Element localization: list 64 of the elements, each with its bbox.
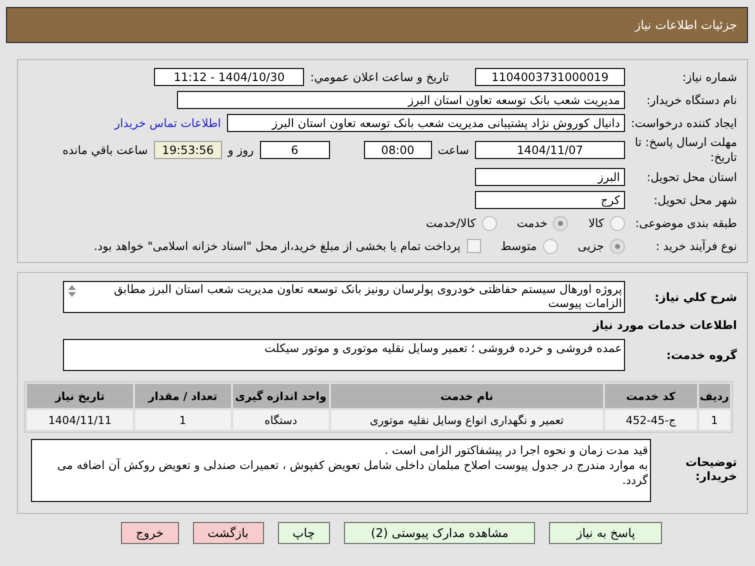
date-field[interactable]: 1404/10/30 - 11:12: [154, 68, 304, 86]
section-heading: اطلاعات خدمات مورد نیاز: [593, 318, 737, 332]
column-header: نام خدمت: [330, 384, 603, 408]
table-cell: دستگاه: [232, 410, 329, 430]
column-header: کد خدمت: [604, 384, 697, 408]
need-number-field[interactable]: 1104003731000019: [475, 68, 625, 86]
description-field[interactable]: پروژه اورهال سیستم حفاظتی خودروی پولرسان رونیز بانک توسعه تعاون مدیریت شعب استان البرز مطابق الزامات پیوست: [63, 281, 625, 313]
action-button[interactable]: پاسخ به نیاز: [549, 522, 662, 544]
text-field[interactable]: کرج: [475, 191, 625, 209]
action-button[interactable]: خروج: [120, 522, 178, 544]
contact-link[interactable]: اطلاعات تماس خریدار: [114, 116, 221, 130]
table-cell: 1: [134, 410, 231, 430]
page-title: جزئیات اطلاعات نیاز: [634, 18, 737, 32]
option-label: متوسط: [500, 239, 537, 253]
column-header: واحد اندازه گیری: [232, 384, 329, 408]
field-label: تاریخ و ساعت اعلان عمومي:: [310, 70, 449, 84]
option-label: کالا: [588, 216, 604, 230]
field-label: ساعت: [438, 143, 469, 157]
time-field[interactable]: 08:00: [364, 141, 432, 159]
column-header: تاریخ نیاز: [27, 384, 133, 408]
description-text: پروژه اورهال سیستم حفاظتی خودروی پولرسان رونیز بانک توسعه تعاون مدیریت شعب استان البرز مطابق الزامات پیوست: [112, 282, 622, 312]
action-button[interactable]: بازگشت: [192, 522, 264, 544]
field-label: مهلت ارسال پاسخ: تا تاریخ:: [634, 135, 737, 165]
notes-text: به موارد مندرج در جدول پیوست اصلاح مبلمان داخلی شامل تعویض کفپوش ، تعمیرات صندلی و تعویض روکش آن اضافه می گردد.: [56, 458, 648, 488]
table-cell: 1404/11/11: [27, 410, 133, 430]
field-label: ایجاد کننده درخواست:: [630, 116, 737, 130]
field-label: توضیحات خریدار:: [684, 455, 737, 483]
field-label: طبقه بندی موضوعی:: [634, 216, 737, 230]
field-label: شهر محل تحویل:: [652, 193, 737, 207]
radio-button[interactable]: [482, 216, 497, 230]
radio-button[interactable]: [542, 238, 558, 254]
field-label: نام دستگاه خریدار:: [645, 93, 737, 107]
field-label: نوع فرآیند خرید :: [654, 239, 737, 253]
text-field[interactable]: مدیریت شعب بانک توسعه تعاون استان البرز: [177, 91, 625, 109]
text-field[interactable]: دانیال کوروش نژاد پشتیبانی مدیریت شعب بانک توسعه تعاون استان البرز: [227, 114, 625, 132]
action-button[interactable]: مشاهده مدارک پیوستی (2): [344, 522, 536, 544]
checkbox[interactable]: [466, 239, 481, 253]
scroll-arrows-icon[interactable]: [67, 284, 77, 298]
table-cell: ج-45-452: [604, 410, 697, 430]
option-label: کالا/خدمت: [426, 216, 476, 230]
field-label: شماره نیاز:: [681, 70, 737, 84]
date-field[interactable]: 1404/11/07: [475, 141, 625, 159]
text-field[interactable]: البرز: [475, 168, 625, 186]
column-header: ردیف: [698, 384, 730, 408]
table-cell: تعمیر و نگهداری انواع وسایل نقلیه موتوری: [330, 410, 603, 430]
option-label: جزیی: [578, 239, 604, 253]
field-label: شرح کلي نیاز:: [654, 290, 737, 304]
field-label: ساعت باقي مانده: [62, 143, 148, 157]
days-field[interactable]: 6: [260, 141, 330, 159]
option-label: خدمت: [516, 216, 548, 230]
radio-button[interactable]: [610, 238, 625, 254]
radio-button[interactable]: [610, 216, 625, 230]
countdown-field: 19:53:56: [154, 141, 222, 159]
table-cell: 1: [698, 410, 730, 430]
notes-field[interactable]: قید مدت زمان و نحوه اجرا در پیشفاکتور الزامی است . به موارد مندرج در جدول پیوست اصلاح مبلمان داخلی شامل تعویض کفپوش ، تعمیرات صندلی و تعویض روکش آن اضافه می گردد.: [31, 439, 651, 502]
service-group-field[interactable]: عمده فروشی و خرده فروشی ؛ تعمیر وسایل نقلیه موتوری و موتور سیکلت: [63, 339, 625, 371]
radio-button[interactable]: [553, 216, 568, 230]
option-label: پرداخت تمام یا بخشی از مبلغ خرید،از محل "اسناد خزانه اسلامی" خواهد بود.: [94, 239, 461, 253]
column-header: تعداد / مقدار: [134, 384, 231, 408]
notes-text: قید مدت زمان و نحوه اجرا در پیشفاکتور الزامی است .: [384, 443, 648, 458]
field-label: استان محل تحویل:: [646, 170, 737, 184]
action-button[interactable]: چاپ: [278, 522, 330, 544]
field-label: گروه خدمت:: [665, 348, 737, 362]
field-label: روز و: [228, 143, 254, 157]
